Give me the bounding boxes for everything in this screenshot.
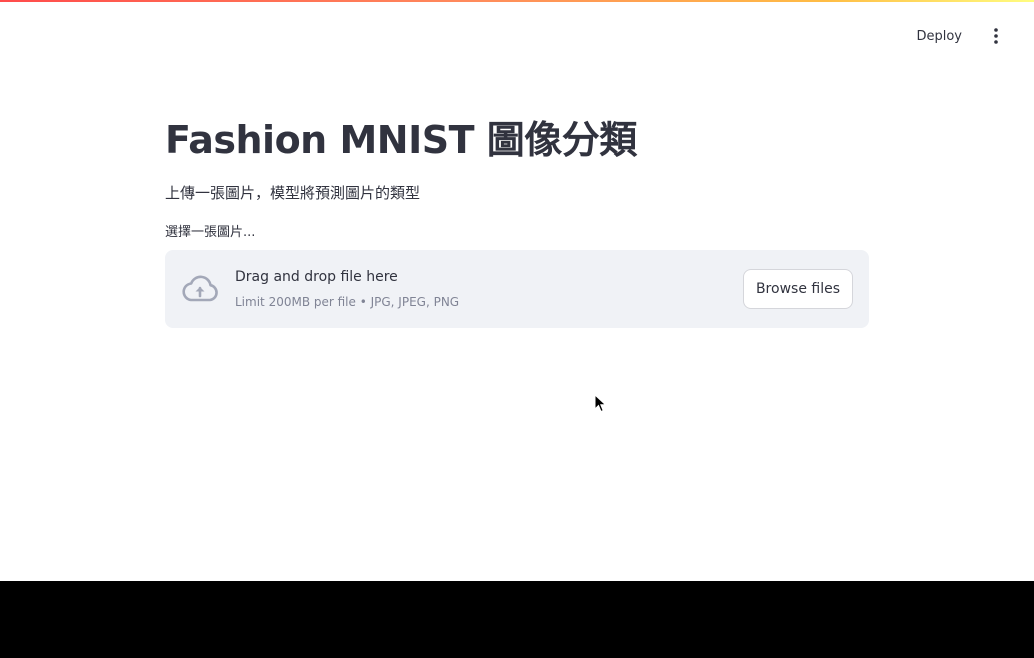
file-uploader-label: 選擇一張圖片... <box>165 225 256 240</box>
top-decoration-bar <box>0 0 1034 2</box>
more-vertical-icon <box>994 28 998 44</box>
dropzone-title: Drag and drop file here <box>235 269 398 285</box>
file-dropzone[interactable]: Drag and drop file here Limit 200MB per … <box>165 250 869 328</box>
toolbar: Deploy <box>910 22 1010 50</box>
page-title: Fashion MNIST 圖像分類 <box>165 118 637 162</box>
main-menu-button[interactable] <box>982 22 1010 50</box>
dropzone-limit-text: Limit 200MB per file • JPG, JPEG, PNG <box>235 295 460 309</box>
dropzone-instructions: Drag and drop file here Limit 200MB per … <box>235 267 459 311</box>
mouse-cursor-icon <box>594 394 607 413</box>
main-content: Fashion MNIST 圖像分類 上傳一張圖片，模型將預測圖片的類型 選擇一… <box>165 110 869 328</box>
cloud-upload-icon <box>181 274 219 304</box>
deploy-button[interactable]: Deploy <box>910 23 968 50</box>
app-view: Deploy Fashion MNIST 圖像分類 上傳一張圖片，模型將預測圖片… <box>0 0 1034 581</box>
page-subtitle: 上傳一張圖片，模型將預測圖片的類型 <box>165 184 421 202</box>
browse-files-button[interactable]: Browse files <box>742 269 853 309</box>
